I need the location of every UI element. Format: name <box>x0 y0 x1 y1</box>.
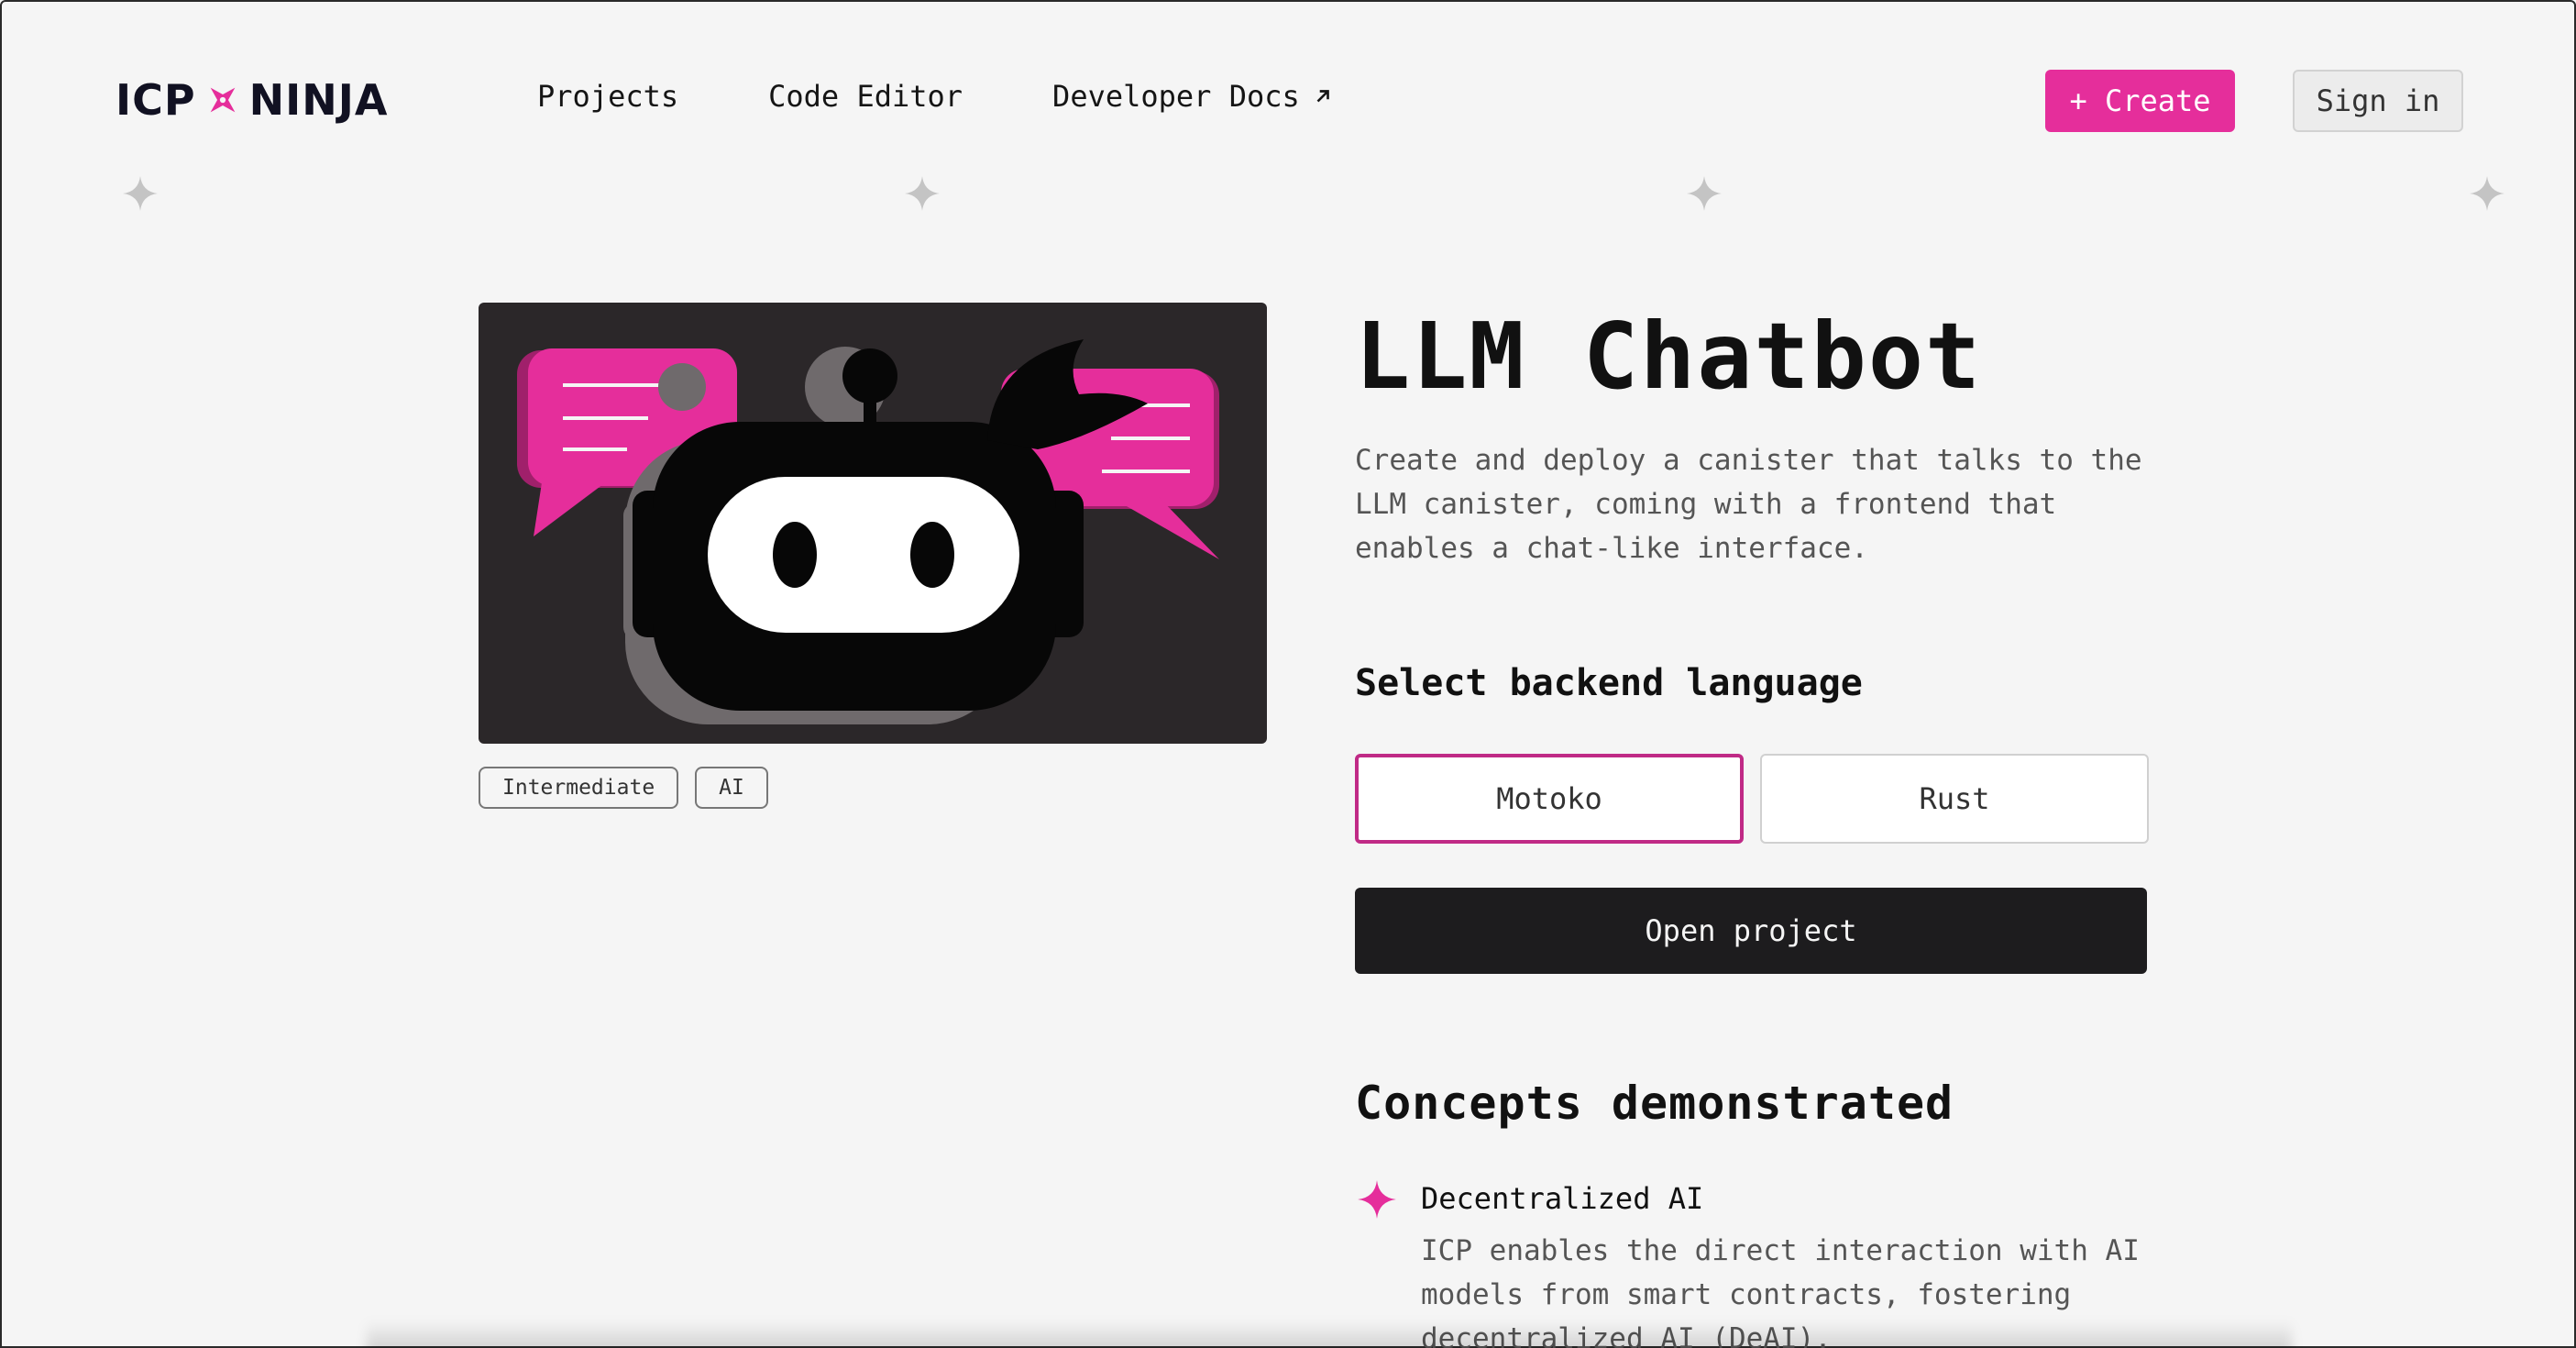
sparkle-icon <box>123 176 158 211</box>
sign-in-button[interactable]: Sign in <box>2293 70 2463 132</box>
external-link-arrow-icon <box>1316 90 1329 103</box>
icp-ninja-logo[interactable]: ICP NINJA <box>116 73 388 127</box>
project-illustration <box>479 303 1267 744</box>
create-button[interactable]: + Create <box>2045 70 2235 132</box>
language-option-rust[interactable]: Rust <box>1760 754 2149 844</box>
ninja-star-icon <box>210 87 235 113</box>
language-selector: Motoko Rust <box>1355 754 2149 844</box>
nav-projects-label: Projects <box>537 79 679 114</box>
robot-ninja-illustration <box>517 339 1219 724</box>
open-project-button[interactable]: Open project <box>1355 888 2147 974</box>
nav-code-editor-label: Code Editor <box>768 79 963 114</box>
nav-developer-docs[interactable]: Developer Docs <box>1052 79 1333 114</box>
main-nav: Projects Code Editor Developer Docs <box>537 79 1423 114</box>
concepts-heading: Concepts demonstrated <box>1355 1077 1954 1130</box>
page-title: LLM Chatbot <box>1355 303 1983 410</box>
nav-projects[interactable]: Projects <box>537 79 678 114</box>
tag-intermediate: Intermediate <box>479 767 679 809</box>
logo-text-ninja: NINJA <box>248 75 389 125</box>
sparkle-icon <box>1358 1180 1396 1219</box>
nav-code-editor[interactable]: Code Editor <box>768 79 963 114</box>
logo-text-icp: ICP <box>116 75 196 125</box>
tag-list: Intermediate AI <box>479 767 768 809</box>
window-frame <box>0 0 2576 1348</box>
sparkle-icon <box>1687 176 1722 211</box>
sparkle-icon <box>2470 176 2504 211</box>
project-description: Create and deploy a canister that talks … <box>1355 444 2142 565</box>
nav-developer-docs-label: Developer Docs <box>1052 79 1300 114</box>
language-option-motoko[interactable]: Motoko <box>1355 754 1744 844</box>
sparkle-icon <box>905 176 940 211</box>
scroll-shadow <box>367 1320 2292 1348</box>
select-language-heading: Select backend language <box>1355 662 1863 704</box>
concept-title: Decentralized AI <box>1421 1181 1704 1216</box>
tag-ai: AI <box>695 767 768 809</box>
